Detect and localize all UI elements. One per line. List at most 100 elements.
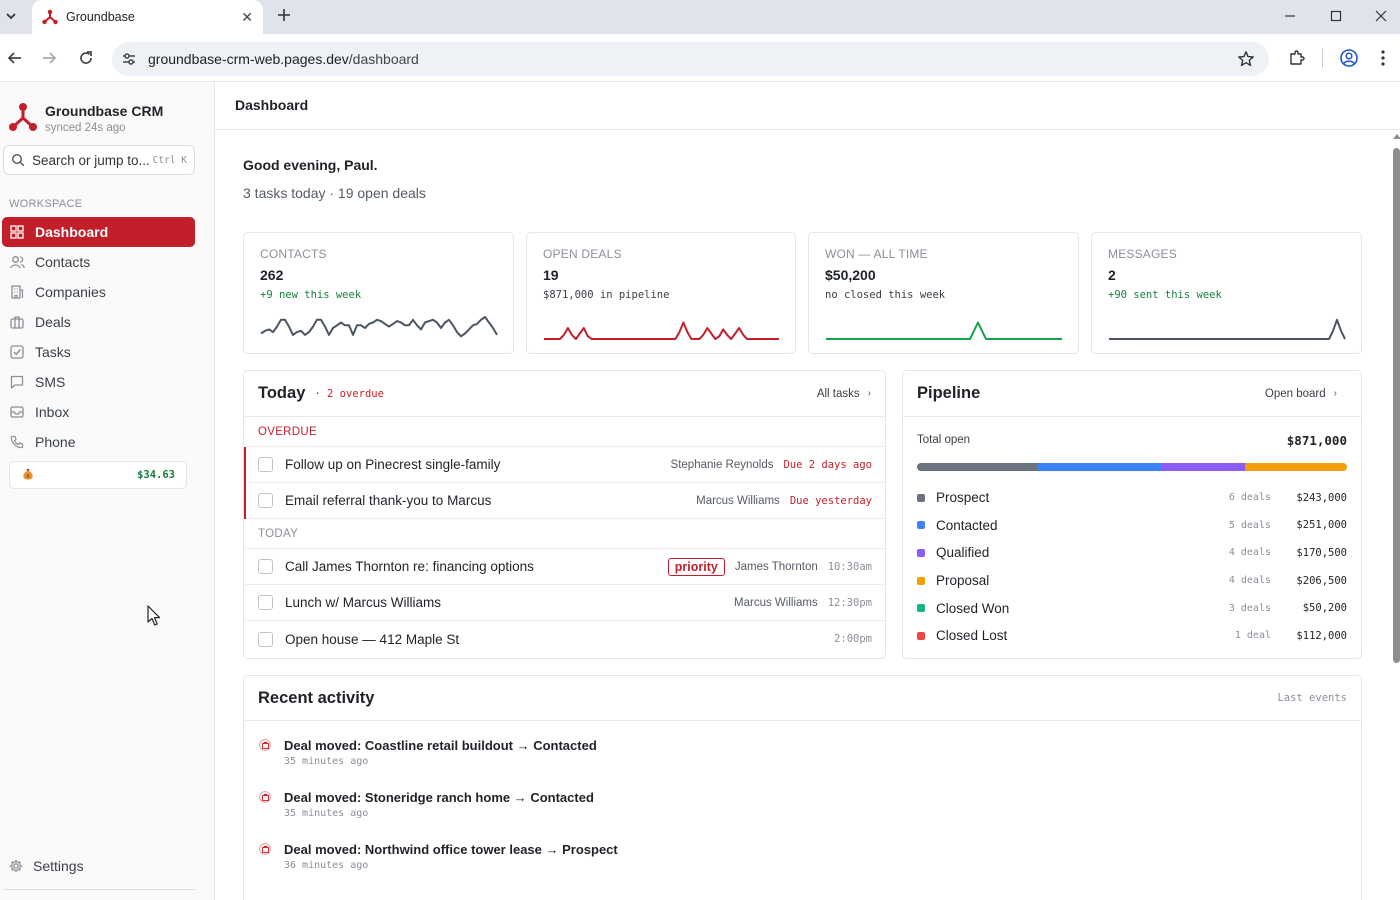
window-close-button[interactable] [1358,0,1400,32]
scrollbar-thumb[interactable] [1393,148,1400,663]
activity-title: Recent activity [258,688,375,707]
sidebar-item-tasks[interactable]: Tasks [2,337,195,367]
activity-title-text: Deal moved: Northwind office tower lease… [284,842,618,857]
sidebar-item-companies[interactable]: Companies [2,277,195,307]
groundbase-favicon-icon [42,9,58,25]
pipeline-stage-row[interactable]: Closed Lost 1 deal $112,000 [917,622,1347,650]
stage-amount: $251,000 [1296,519,1347,532]
stage-name: Proposal [936,573,990,589]
balance-widget[interactable]: $ $34.63 [9,461,187,489]
pipeline-stage-row[interactable]: Closed Won 3 deals $50,200 [917,594,1347,622]
address-url: groundbase-crm-web.pages.dev/dashboard [148,51,419,67]
sidebar-item-contacts[interactable]: Contacts [2,247,195,277]
pipeline-bar-segment [1245,463,1347,471]
task-contact[interactable]: James Thornton [735,561,818,573]
sparkline [544,321,779,340]
task-row[interactable]: Email referral thank-you to Marcus Marcu… [244,483,885,519]
sidebar-item-dashboard[interactable]: Dashboard [2,217,195,247]
task-contact[interactable]: Stephanie Reynolds [671,459,774,471]
tab-search-chevron-icon[interactable] [0,0,22,32]
stage-amount: $50,200 [1302,602,1347,615]
sidebar-item-label: Inbox [35,404,70,420]
all-tasks-link[interactable]: All tasks › [817,388,871,400]
stage-color-dot [917,548,925,557]
stat-value: 262 [260,267,284,283]
pipeline-stage-row[interactable]: Proposal 4 deals $206,500 [917,567,1347,595]
stage-count: 5 deals [1228,519,1271,531]
task-checkbox[interactable] [258,457,273,472]
stat-subtext: +9 new this week [260,289,362,301]
site-info-icon[interactable] [121,51,137,67]
pipeline-stage-bar [917,463,1347,471]
task-contact[interactable]: Marcus Williams [734,597,818,609]
task-due: 12:30pm [827,596,872,609]
task-checkbox[interactable] [258,559,273,574]
new-tab-button[interactable] [274,5,294,25]
activity-title-text: Deal moved: Stoneridge ranch home → Cont… [284,790,594,805]
scroll-up-arrow-icon[interactable] [1393,134,1400,139]
stage-count: 4 deals [1228,575,1271,587]
stat-card-contacts[interactable]: CONTACTS 262 +9 new this week [243,232,514,354]
activity-item[interactable]: Deal moved: Stoneridge ranch home → Cont… [258,790,618,842]
profile-icon[interactable] [1337,46,1361,70]
activity-title-text: Deal moved: Coastline retail buildout → … [284,738,597,753]
scrollbar[interactable] [1391,134,1400,674]
sidebar-item-settings[interactable]: Settings [9,858,84,874]
task-row[interactable]: Follow up on Pinecrest single-family Ste… [244,447,885,483]
stage-name: Prospect [936,490,990,506]
open-board-link[interactable]: Open board › [1265,388,1347,400]
activity-item[interactable]: Deal moved: Northwind office tower lease… [258,842,618,894]
task-title: Follow up on Pinecrest single-family [285,457,501,472]
inbox-icon [9,404,25,420]
task-checkbox[interactable] [258,595,273,610]
address-bar[interactable]: groundbase-crm-web.pages.dev/dashboard [112,42,1269,76]
task-checkbox[interactable] [258,493,273,508]
bookmark-star-icon[interactable] [1237,50,1255,68]
tab-close-icon[interactable]: ✕ [241,9,253,26]
stat-card-messages[interactable]: MESSAGES 2 +90 sent this week [1091,232,1362,354]
back-arrow-icon[interactable] [3,46,27,70]
reload-icon[interactable] [74,46,98,70]
browser-menu-icon[interactable] [1371,46,1395,70]
sidebar-item-inbox[interactable]: Inbox [2,397,195,427]
pipeline-total-label: Total open [917,434,971,446]
pipeline-stage-row[interactable]: Contacted 5 deals $251,000 [917,512,1347,540]
activity-meta: Last events [1277,692,1347,704]
today-title: Today [258,384,306,402]
stat-value: 19 [543,267,559,283]
extensions-puzzle-icon[interactable] [1285,46,1309,70]
sidebar-item-deals[interactable]: Deals [2,307,195,337]
stat-card-open-deals[interactable]: OPEN DEALS 19 $871,000 in pipeline [526,232,796,354]
search-input[interactable]: Search or jump to... Ctrl K [3,145,195,175]
task-row[interactable]: Lunch w/ Marcus Williams Marcus Williams… [244,585,885,621]
task-checkbox[interactable] [258,631,273,647]
window-minimize-button[interactable] [1267,0,1313,32]
stage-name: Closed Lost [936,628,1008,644]
phone-icon [9,434,25,450]
money-bag-icon: $ [22,467,34,483]
task-title: Lunch w/ Marcus Williams [285,595,442,610]
sidebar-item-phone[interactable]: Phone [2,427,195,457]
pipeline-stage-row[interactable]: Prospect 6 deals $243,000 [917,484,1347,512]
page-title: Dashboard [235,97,309,113]
task-row[interactable]: Call James Thornton re: financing option… [244,549,885,585]
forward-arrow-icon[interactable] [37,46,61,70]
svg-text:$: $ [26,474,29,480]
task-contact[interactable]: Marcus Williams [696,495,780,507]
window-maximize-button[interactable] [1313,0,1359,32]
task-due: Due yesterday [789,494,872,507]
deal-moved-icon [259,791,271,803]
url-path: /dashboard [348,51,419,67]
sidebar-item-sms[interactable]: SMS [2,367,195,397]
task-row[interactable]: Open house — 412 Maple St 2:00pm [244,621,885,657]
pipeline-stage-row[interactable]: Qualified 4 deals $170,500 [917,539,1347,567]
overdue-section-label: OVERDUE [244,417,885,447]
browser-tab-active[interactable]: Groundbase ✕ [32,0,263,34]
mouse-cursor-icon [147,605,161,626]
stat-card-won-all-time[interactable]: WON — ALL TIME $50,200 no closed this we… [808,232,1079,354]
brand[interactable]: Groundbase CRM synced 24s ago [9,102,163,136]
activity-item[interactable]: Deal moved: Coastline retail buildout → … [258,738,618,790]
checkbox-icon [9,344,25,360]
toolbar-separator [1322,48,1323,68]
grid-icon [9,224,25,240]
